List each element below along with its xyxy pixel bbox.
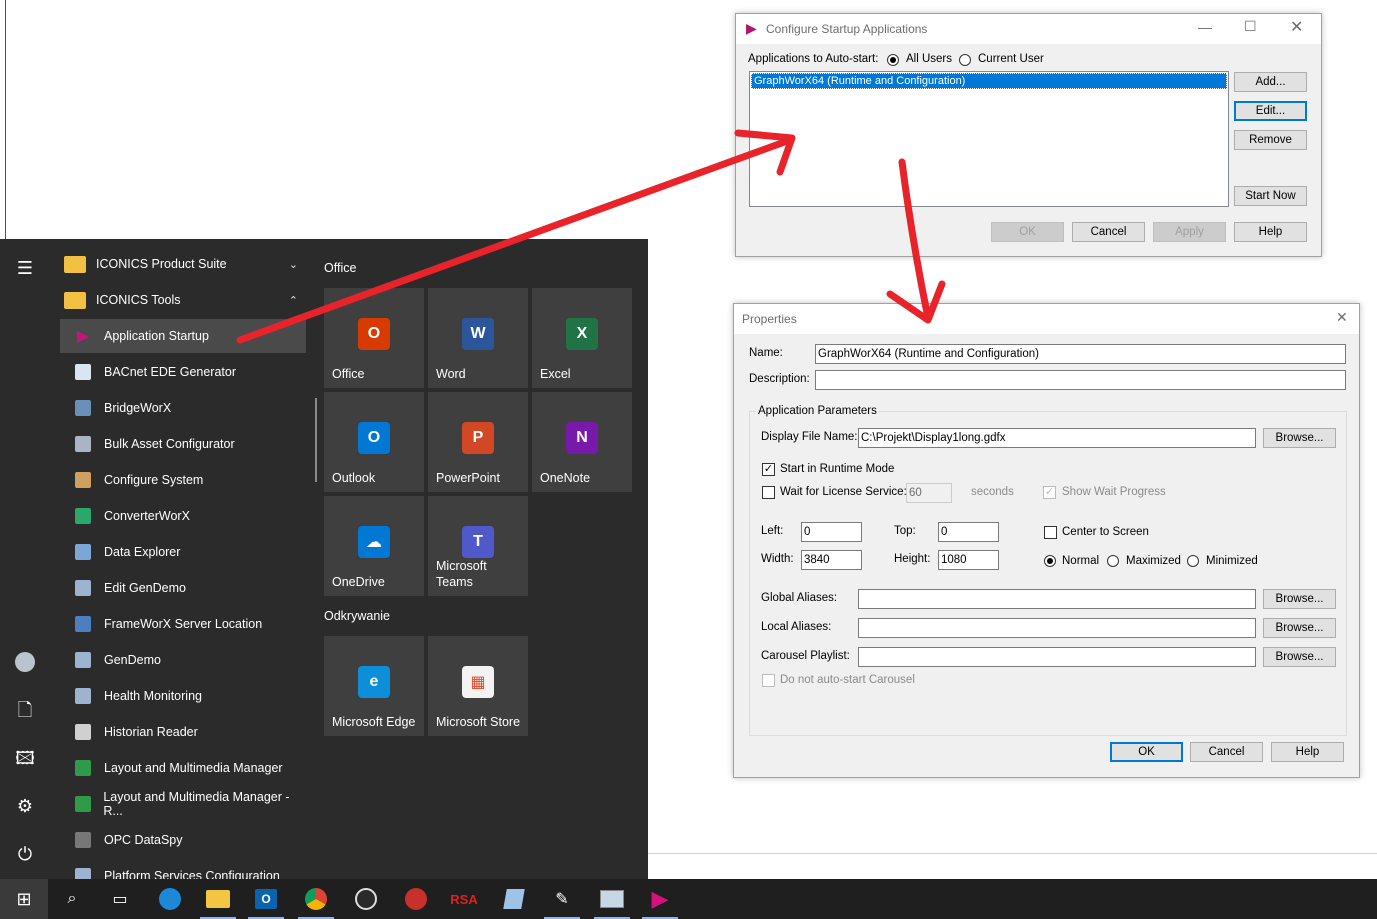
arrow-line-to-properties: [898, 158, 932, 322]
arrow-head-properties: [886, 280, 946, 324]
annotation-arrows: [236, 129, 946, 344]
arrow-line-to-configure: [236, 136, 794, 344]
